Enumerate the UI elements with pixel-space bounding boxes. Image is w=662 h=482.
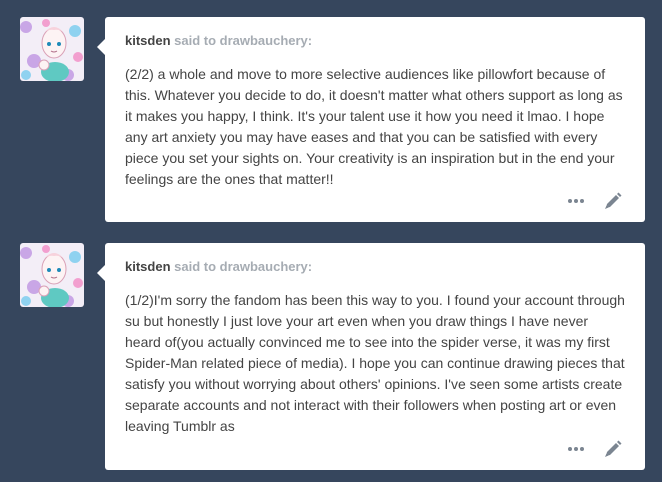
edit-button[interactable] <box>603 439 623 459</box>
edit-button[interactable] <box>603 191 623 211</box>
ask-card: kitsden said to drawbauchery: (1/2)I'm s… <box>97 243 645 470</box>
post-header: kitsden said to drawbauchery: <box>125 259 312 275</box>
edit-icon <box>605 192 622 209</box>
avatar[interactable] <box>20 243 84 307</box>
pearl-avatar-icon <box>20 243 84 307</box>
said-to-label: said to drawbauchery: <box>174 259 313 274</box>
more-options-icon <box>568 447 584 451</box>
post-controls <box>567 438 623 460</box>
more-options-button[interactable] <box>567 198 585 204</box>
ask-card: kitsden said to drawbauchery: (2/2) a wh… <box>97 17 645 222</box>
post-header: kitsden said to drawbauchery: <box>125 33 312 49</box>
more-options-button[interactable] <box>567 446 585 452</box>
said-to-label: said to drawbauchery: <box>174 33 313 48</box>
avatar[interactable] <box>20 17 84 81</box>
edit-icon <box>605 440 622 457</box>
more-options-icon <box>568 199 584 203</box>
ask-text: (2/2) a whole and move to more selective… <box>125 66 623 187</box>
asker-name[interactable]: kitsden <box>125 33 171 48</box>
pearl-avatar-icon <box>20 17 84 81</box>
ask-text: (1/2)I'm sorry the fandom has been this … <box>125 292 625 434</box>
post-controls <box>567 190 623 212</box>
asker-name[interactable]: kitsden <box>125 259 171 274</box>
